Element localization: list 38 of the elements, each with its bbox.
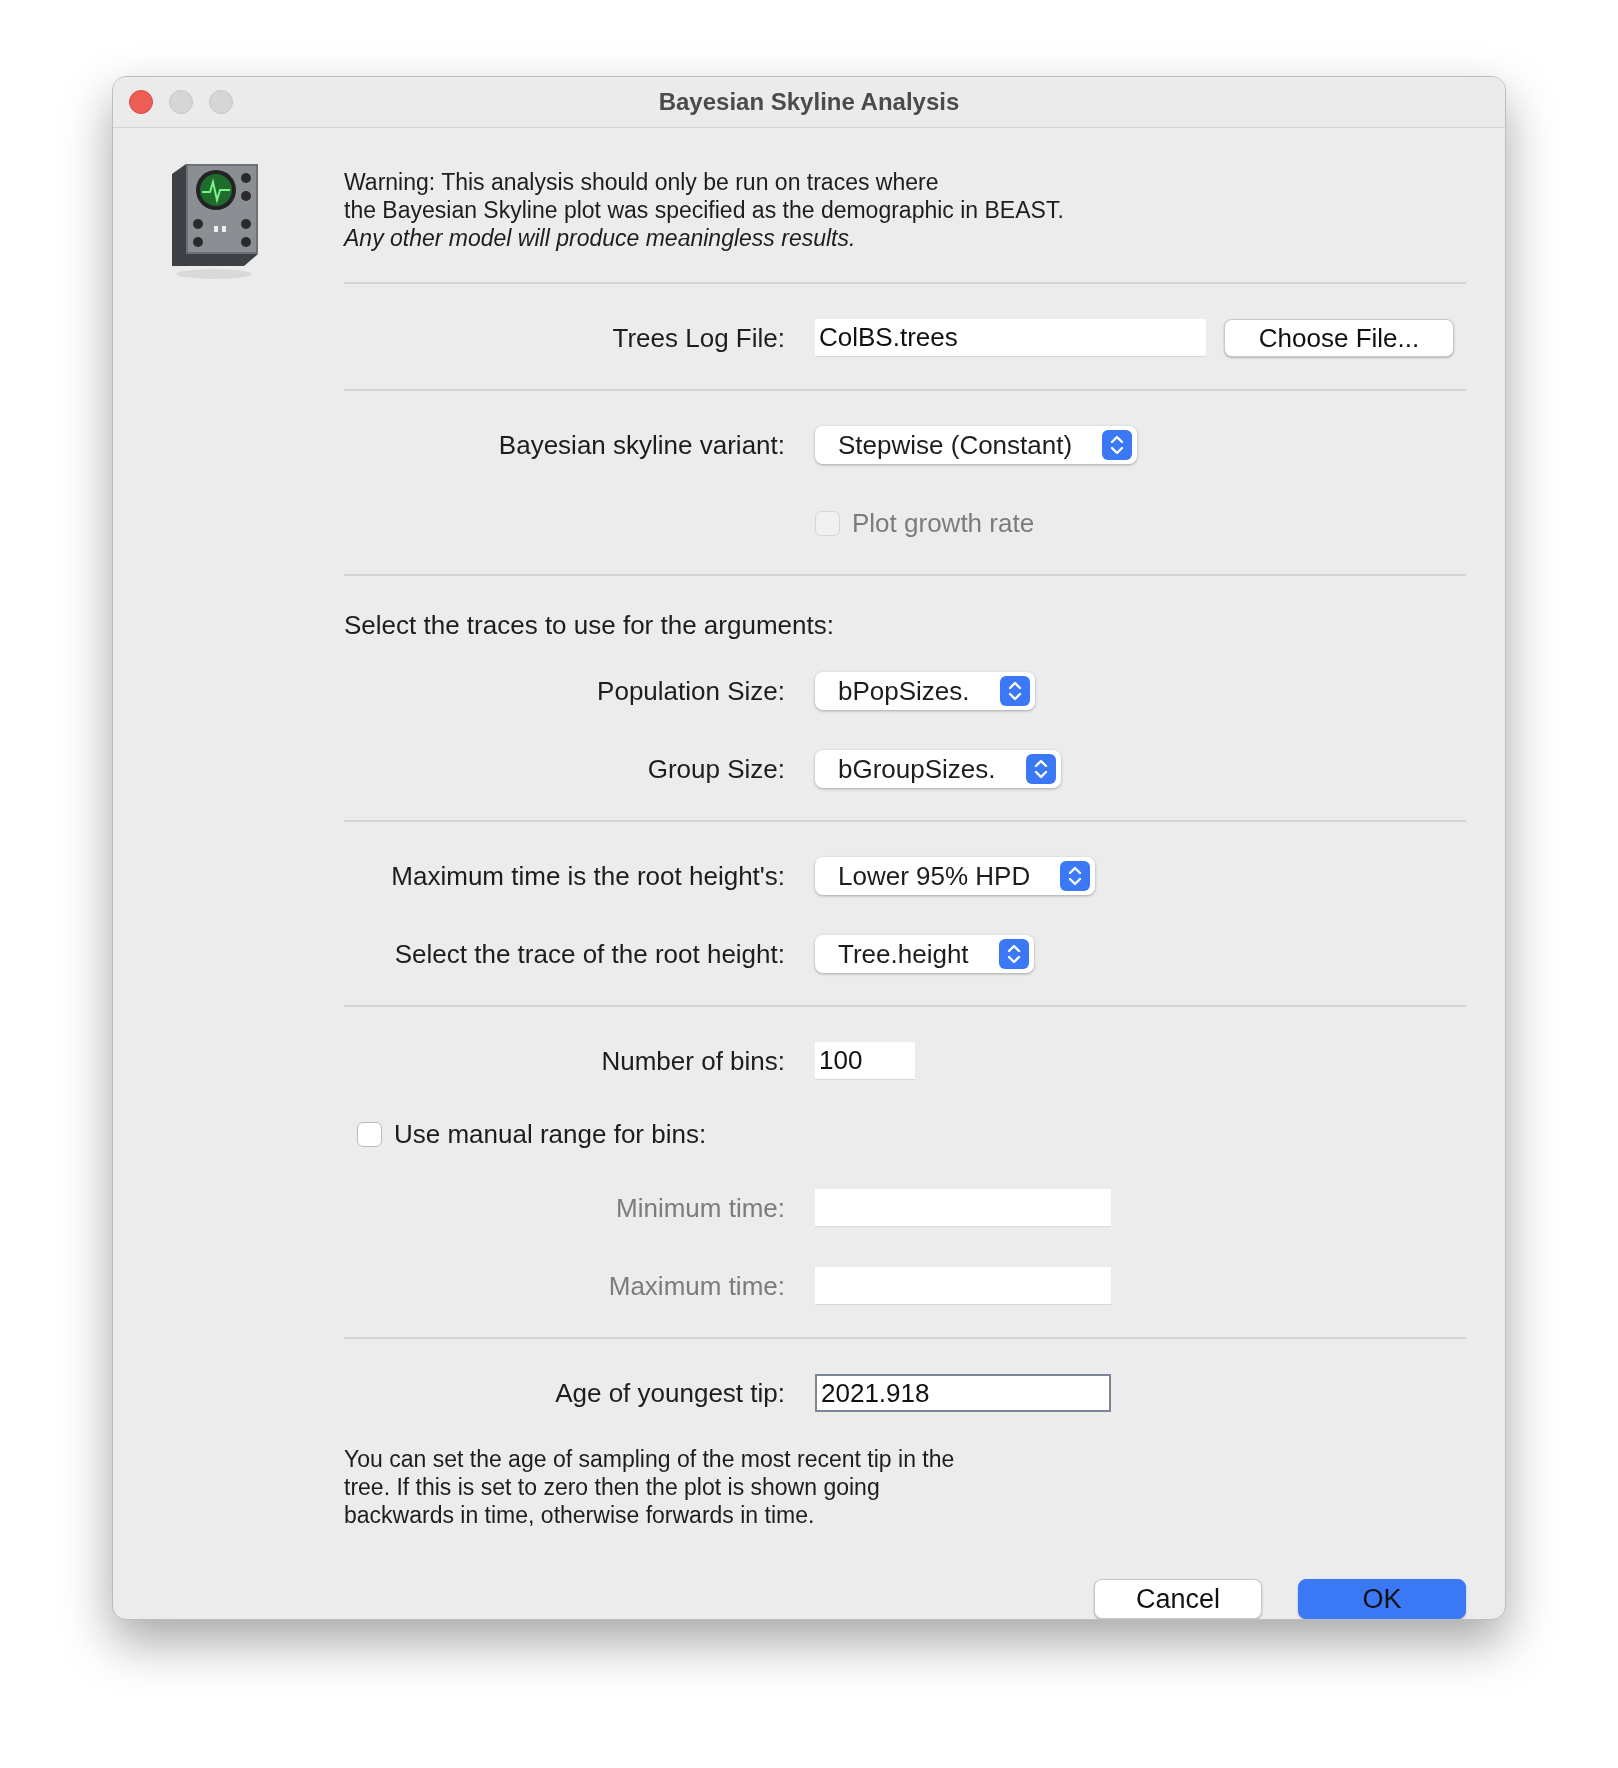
text-field[interactable]: 100 <box>815 1042 915 1080</box>
dropdown[interactable]: bPopSizes. <box>815 672 1035 710</box>
stepper-icon <box>999 676 1030 706</box>
choose-file-button[interactable]: Choose File... <box>1224 319 1454 357</box>
zoom-button[interactable] <box>209 90 233 114</box>
dialog-button[interactable]: OK <box>1298 1579 1466 1619</box>
field-label: Population Size: <box>597 675 785 707</box>
field-label: Minimum time: <box>616 1192 785 1224</box>
stepper-icon <box>1060 861 1091 891</box>
stepper-icon <box>1102 430 1133 460</box>
field-label: Maximum time: <box>608 1270 785 1302</box>
file-path-field[interactable]: ColBS.trees <box>815 319 1206 357</box>
dropdown[interactable]: Lower 95% HPD <box>815 857 1096 895</box>
field-label: Select the trace of the root height: <box>394 938 785 970</box>
checkbox[interactable] <box>357 1122 382 1147</box>
checkbox-label: Use manual range for bins: <box>394 1119 707 1150</box>
dropdown[interactable]: Stepwise (Constant) <box>815 426 1138 464</box>
warning-text: Warning: This analysis should only be run on traces where <box>344 168 939 196</box>
stepper-icon <box>1025 754 1056 784</box>
field-label: Maximum time is the root height's: <box>391 860 785 892</box>
warning-text: Any other model will produce meaningless results. <box>344 224 856 252</box>
checkbox-label: Plot growth rate <box>852 507 1035 539</box>
field-label: Bayesian skyline variant: <box>498 429 785 461</box>
section-heading: Select the traces to use for the arguments: <box>344 610 835 641</box>
help-text: You can set the age of sampling of the most recent tip in the tree. If this is set to zero then the plot is shown going backwards in time, otherwise forwards in time. <box>344 1445 956 1529</box>
text-field[interactable]: 2021.918 <box>815 1374 1111 1412</box>
close-button[interactable] <box>129 90 153 114</box>
dropdown[interactable]: Tree.height <box>815 935 1034 973</box>
field-label: Group Size: <box>647 753 785 785</box>
field-label: Number of bins: <box>601 1045 785 1077</box>
dialog-button[interactable]: Cancel <box>1094 1579 1262 1619</box>
dropdown[interactable]: bGroupSizes. <box>815 750 1061 788</box>
window-title: Bayesian Skyline Analysis <box>658 88 960 115</box>
stepper-icon <box>998 939 1029 969</box>
field-label: Age of youngest tip: <box>555 1377 785 1409</box>
warning-text: the Bayesian Skyline plot was specified as the demographic in BEAST. <box>344 196 1064 224</box>
minimize-button[interactable] <box>169 90 193 114</box>
field-label: Trees Log File: <box>612 322 785 354</box>
